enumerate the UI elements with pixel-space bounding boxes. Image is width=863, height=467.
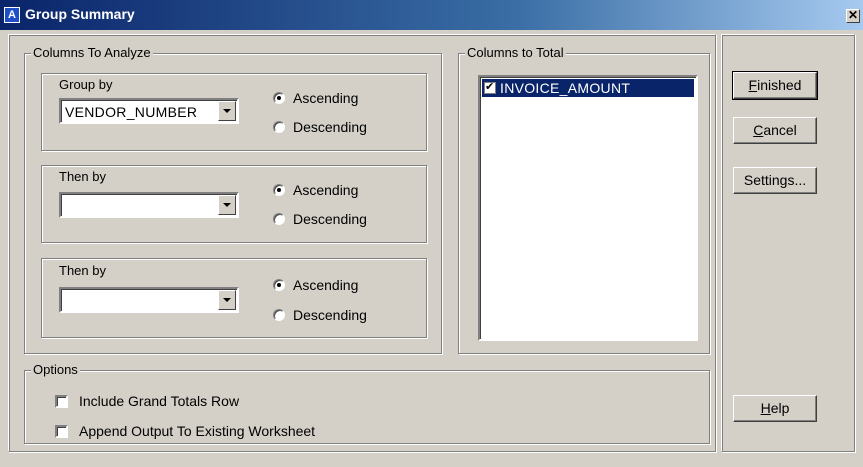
close-icon: ✕ bbox=[847, 8, 859, 22]
radio-selected-icon[interactable] bbox=[273, 279, 285, 291]
checkbox-checked-icon[interactable] bbox=[484, 80, 496, 94]
columns-to-analyze-group: Columns To Analyze Group by VENDOR_NUMBE… bbox=[24, 45, 442, 354]
title-bar[interactable]: A Group Summary ✕ bbox=[0, 0, 863, 30]
options-legend: Options bbox=[31, 362, 80, 377]
columns-to-total-legend: Columns to Total bbox=[465, 45, 566, 60]
radio-icon[interactable] bbox=[273, 309, 285, 321]
chevron-down-icon[interactable] bbox=[218, 290, 236, 310]
radio-icon[interactable] bbox=[273, 213, 285, 225]
ascending-label: Ascending bbox=[293, 182, 359, 198]
descending-label: Descending bbox=[293, 307, 367, 323]
options-group: Options Include Grand Totals Row Append … bbox=[24, 362, 710, 444]
chevron-down-icon[interactable] bbox=[218, 195, 236, 215]
help-button[interactable]: Help bbox=[733, 395, 817, 422]
then-by-2-select[interactable] bbox=[59, 287, 239, 313]
then-by-1-label: Then by bbox=[59, 169, 106, 184]
include-grand-totals-label: Include Grand Totals Row bbox=[79, 393, 240, 409]
cancel-button[interactable]: Cancel bbox=[733, 117, 817, 144]
list-item-label: INVOICE_AMOUNT bbox=[500, 80, 631, 96]
columns-to-total-group: Columns to Total INVOICE_AMOUNT bbox=[458, 45, 710, 354]
group-by-value: VENDOR_NUMBER bbox=[65, 104, 198, 120]
group-by-select[interactable]: VENDOR_NUMBER bbox=[59, 98, 239, 124]
checkbox-icon[interactable] bbox=[55, 425, 68, 438]
ascending-label: Ascending bbox=[293, 90, 359, 106]
group-by-label: Group by bbox=[59, 77, 113, 92]
chevron-down-icon[interactable] bbox=[218, 101, 236, 121]
settings-button[interactable]: Settings... bbox=[733, 167, 817, 194]
then-by-2-box: Then by Ascending Descending bbox=[41, 258, 427, 338]
then-by-2-label: Then by bbox=[59, 263, 106, 278]
then-by-1-select[interactable] bbox=[59, 192, 239, 218]
window-title: Group Summary bbox=[25, 6, 135, 22]
columns-to-total-list[interactable]: INVOICE_AMOUNT bbox=[478, 75, 698, 341]
descending-label: Descending bbox=[293, 211, 367, 227]
checkbox-icon[interactable] bbox=[55, 395, 68, 408]
radio-selected-icon[interactable] bbox=[273, 184, 285, 196]
radio-selected-icon[interactable] bbox=[273, 92, 285, 104]
group-by-box: Group by VENDOR_NUMBER Ascending Descend… bbox=[41, 73, 427, 151]
radio-icon[interactable] bbox=[273, 121, 285, 133]
close-button[interactable]: ✕ bbox=[846, 9, 860, 23]
then-by-1-box: Then by Ascending Descending bbox=[41, 165, 427, 243]
append-output-label: Append Output To Existing Worksheet bbox=[79, 423, 316, 439]
descending-label: Descending bbox=[293, 119, 367, 135]
app-icon: A bbox=[4, 7, 20, 23]
finished-button[interactable]: Finished bbox=[732, 71, 818, 100]
ascending-label: Ascending bbox=[293, 277, 359, 293]
columns-to-analyze-legend: Columns To Analyze bbox=[31, 45, 153, 60]
list-item[interactable]: INVOICE_AMOUNT bbox=[482, 79, 694, 97]
